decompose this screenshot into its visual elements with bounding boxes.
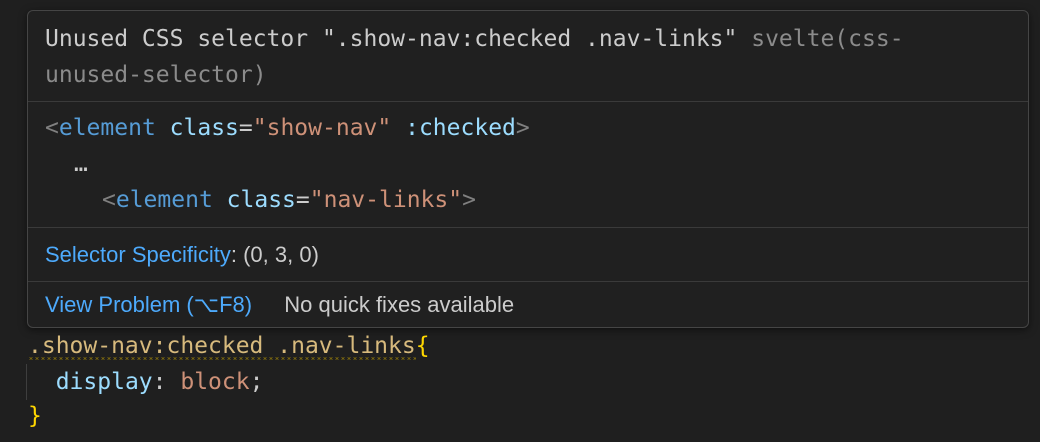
tag-open: < bbox=[102, 187, 116, 213]
status-bar-divider bbox=[28, 281, 1028, 282]
unused-selector[interactable]: .show-nav:checked .nav-links bbox=[28, 333, 416, 360]
specificity-value: (0, 3, 0) bbox=[243, 242, 319, 267]
specificity-colon: : bbox=[230, 242, 237, 267]
indent-guide bbox=[26, 364, 27, 400]
specificity-row: Selector Specificity: (0, 3, 0) bbox=[45, 238, 319, 272]
code-value-block: block bbox=[180, 369, 250, 395]
no-quick-fixes-label: No quick fixes available bbox=[284, 292, 515, 317]
specificity-link[interactable]: Selector Specificity bbox=[45, 242, 231, 267]
tree-line-show-nav: <element class="show-nav" :checked> bbox=[45, 110, 530, 146]
tag-name: element bbox=[115, 187, 213, 213]
close-brace: } bbox=[28, 403, 42, 429]
code-property-display: display bbox=[55, 369, 153, 395]
view-problem-link[interactable]: View Problem (⌥F8) bbox=[45, 292, 252, 317]
diagnostic-message: Unused CSS selector ".show-nav:checked .… bbox=[45, 21, 995, 93]
tag-close: > bbox=[462, 187, 476, 213]
attr-eq: = bbox=[238, 115, 253, 141]
hover-status-bar: View Problem (⌥F8) No quick fixes availa… bbox=[45, 288, 514, 322]
attr-name: class bbox=[226, 187, 296, 213]
diagnostic-text: Unused CSS selector ".show-nav:checked .… bbox=[45, 26, 738, 52]
code-line-selector: .show-nav:checked .nav-links{ bbox=[28, 328, 430, 364]
pseudo-class: :checked bbox=[405, 115, 516, 141]
attr-name: class bbox=[169, 115, 239, 141]
divider-2 bbox=[28, 227, 1028, 228]
attr-value: "show-nav" bbox=[252, 115, 392, 141]
divider-1 bbox=[28, 101, 1028, 102]
open-brace: { bbox=[415, 333, 430, 359]
attr-value: "nav-links" bbox=[309, 187, 463, 213]
code-semicolon: ; bbox=[249, 369, 264, 395]
code-line-display-block: display: block; bbox=[28, 364, 264, 400]
code-colon: : bbox=[152, 369, 181, 395]
attr-eq: = bbox=[295, 187, 310, 213]
tag-close: > bbox=[515, 115, 530, 141]
tag-name: element bbox=[58, 115, 156, 141]
tree-ellipsis: … bbox=[74, 151, 88, 177]
code-line-close-brace: } bbox=[28, 398, 42, 434]
hover-widget: Unused CSS selector ".show-nav:checked .… bbox=[27, 10, 1029, 328]
tag-open: < bbox=[45, 115, 59, 141]
tree-line-nav-links: <element class="nav-links"> bbox=[102, 182, 476, 218]
